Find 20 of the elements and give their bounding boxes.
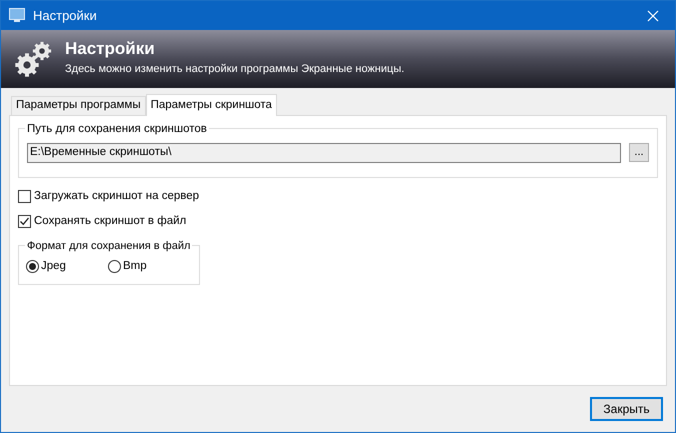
- checkbox-label: Сохранять скриншот в файл: [34, 214, 186, 230]
- window-title: Настройки: [33, 6, 97, 25]
- checkbox[interactable]: [18, 190, 31, 204]
- header-title: Настройки: [65, 40, 156, 58]
- gears-icon: [13, 39, 53, 79]
- radio-label: Bmp: [123, 258, 147, 274]
- tab[interactable]: Параметры скриншота: [146, 94, 277, 116]
- radio-button[interactable]: [108, 260, 121, 273]
- radio-label: Jpeg: [41, 258, 66, 274]
- browse-button[interactable]: ...: [629, 143, 649, 162]
- group-title: Формат для сохранения в файл: [25, 238, 192, 254]
- close-icon[interactable]: [647, 10, 659, 22]
- path-field[interactable]: E:\Временные скриншоты\: [27, 143, 621, 163]
- checkbox[interactable]: [18, 215, 31, 228]
- close-button[interactable]: Закрыть: [590, 397, 663, 421]
- monitor-icon: [9, 8, 25, 23]
- checkbox-label: Загружать скриншот на сервер: [34, 189, 200, 204]
- tab[interactable]: Параметры программы: [11, 96, 146, 115]
- radio-button[interactable]: [26, 260, 39, 273]
- header-subtitle: Здесь можно изменить настройки программы Экранные ножницы.: [65, 62, 404, 78]
